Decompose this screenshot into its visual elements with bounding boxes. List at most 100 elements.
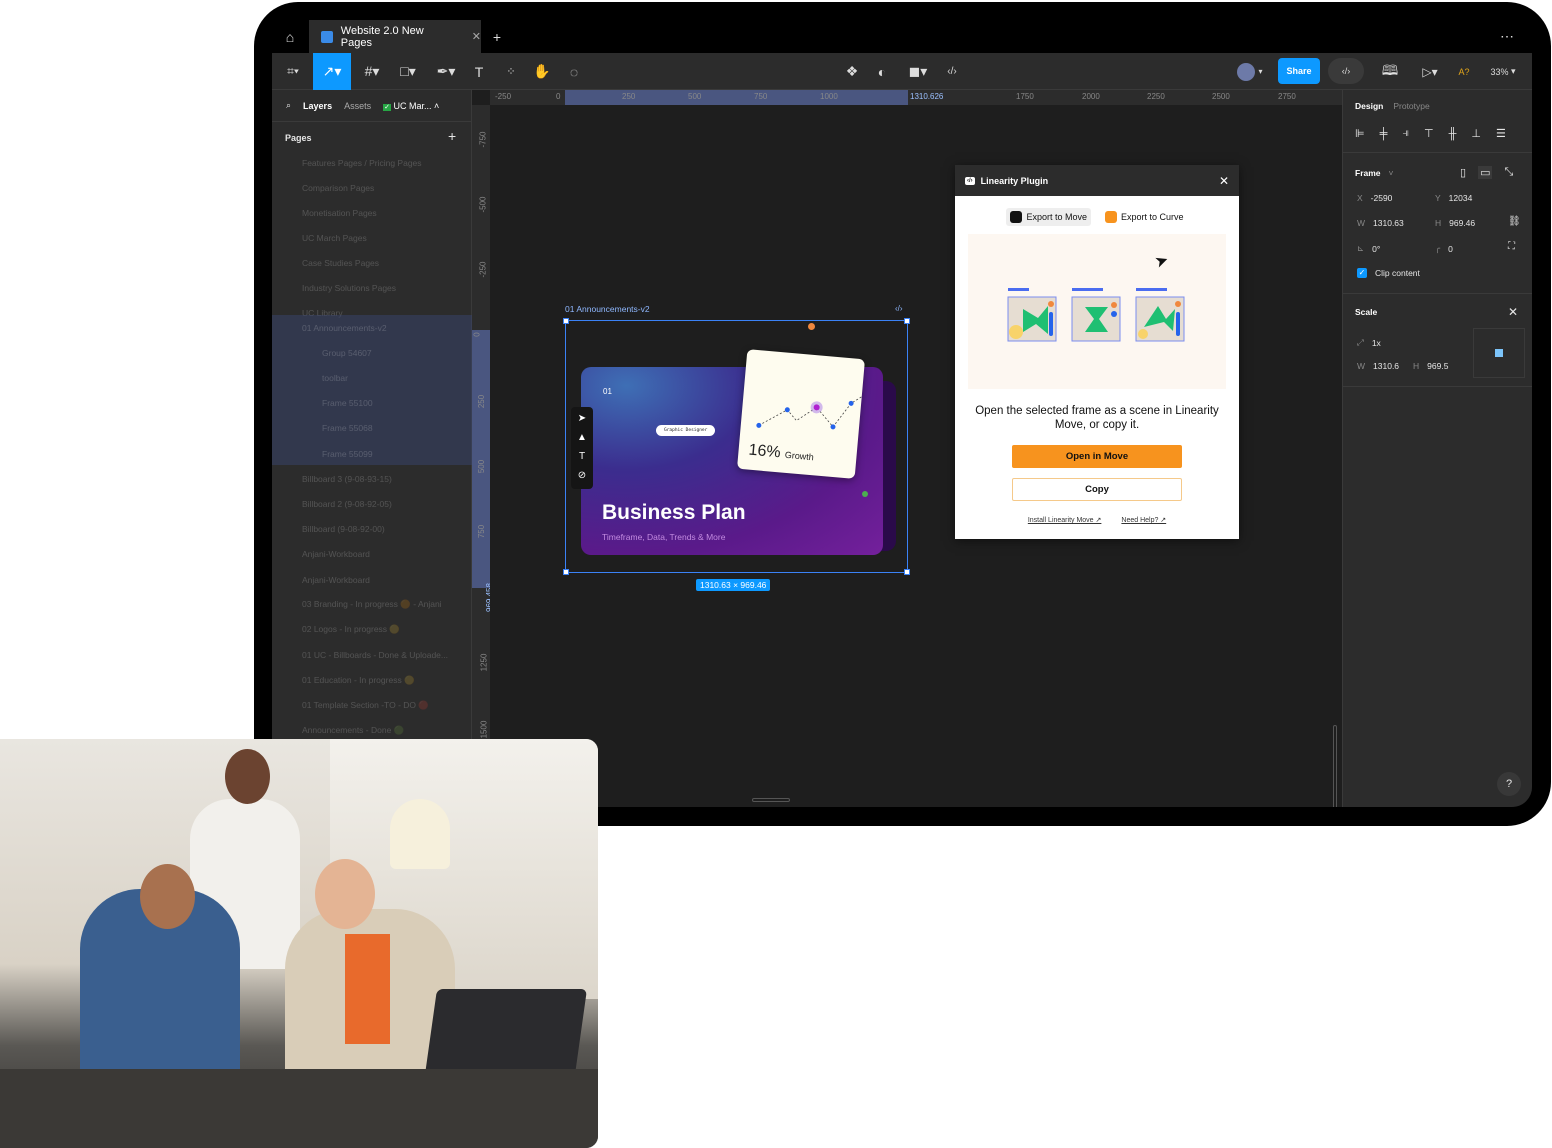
close-tab-icon[interactable]: ✕ [472, 30, 481, 43]
layer-item[interactable]: Group 54607 [272, 340, 472, 365]
scale-height-field[interactable]: 969.5 [1427, 361, 1448, 371]
layer-item[interactable]: 01 Education - In progress 🟡 [272, 668, 472, 693]
new-tab-icon[interactable]: + [487, 20, 507, 53]
share-button[interactable]: Share [1278, 58, 1320, 84]
page-item[interactable]: UC March Pages [272, 225, 472, 250]
move-tool-icon[interactable]: ↗▾ [313, 53, 351, 90]
pointer-icon[interactable]: ➤ [571, 409, 593, 428]
code-icon[interactable]: ‹/› [895, 304, 903, 313]
comment-tool-icon[interactable]: ◌ [564, 53, 584, 90]
scale-field[interactable]: 1x [1372, 338, 1381, 348]
layer-item[interactable]: 01 Announcements-v2 [272, 315, 472, 340]
page-item[interactable]: Features Pages / Pricing Pages [272, 150, 472, 175]
layer-item[interactable]: 01 Template Section -TO - DO 🔴 [272, 693, 472, 718]
search-icon[interactable]: ⌕ [286, 100, 291, 111]
horizontal-scrollbar[interactable] [752, 798, 790, 802]
add-page-icon[interactable]: + [448, 128, 456, 144]
align-right-icon[interactable]: ⫣ [1402, 127, 1409, 140]
page-item[interactable]: Monetisation Pages [272, 200, 472, 225]
x-field[interactable]: -2590 [1371, 193, 1393, 203]
y-field[interactable]: 12034 [1449, 193, 1473, 203]
anchor-grid[interactable] [1473, 328, 1525, 378]
rectangle-tool-icon[interactable]: □▾ [394, 53, 422, 90]
pen-icon[interactable]: ▲ [571, 428, 593, 447]
open-in-move-button[interactable]: Open in Move [1012, 445, 1182, 468]
resize-handle[interactable] [563, 318, 569, 324]
selection-box[interactable]: 01 Graphic Designer Business Plan Timefr… [563, 318, 910, 575]
layer-item[interactable]: 01 UC - Billboards - Done & Uploade... [272, 643, 472, 668]
page-item[interactable]: Industry Solutions Pages [272, 275, 472, 300]
close-scale-icon[interactable]: ✕ [1508, 305, 1518, 319]
height-field[interactable]: 969.46 [1449, 218, 1475, 228]
file-tab[interactable]: Website 2.0 New Pages ✕ [309, 20, 481, 53]
distribute-icon[interactable]: ☰ [1496, 127, 1506, 140]
align-center-h-icon[interactable]: ╪ [1380, 128, 1388, 140]
frame-label[interactable]: 01 Announcements-v2 [565, 304, 650, 314]
tab-export-to-move[interactable]: Export to Move [1006, 208, 1091, 226]
page-select[interactable]: ✓ UC Mar... ˄ [383, 101, 439, 111]
more-icon[interactable]: ⋯ [1497, 20, 1517, 53]
lasso-icon[interactable]: ⊘ [571, 466, 593, 485]
resize-handle[interactable] [904, 318, 910, 324]
clip-content-checkbox[interactable]: ✓ [1357, 268, 1367, 278]
need-help-link[interactable]: Need Help? ↗ [1121, 516, 1166, 524]
mask-icon[interactable]: ◐ [872, 53, 892, 90]
layer-item[interactable]: Billboard 3 (9-08-93-15) [272, 466, 472, 491]
layer-item[interactable]: Anjani-Workboard [272, 567, 472, 592]
boolean-icon[interactable]: ◼▾ [904, 53, 932, 90]
width-field[interactable]: 1310.63 [1373, 218, 1404, 228]
ai-button[interactable]: A? [1455, 53, 1473, 90]
copy-button[interactable]: Copy [1012, 478, 1182, 501]
align-bottom-icon[interactable]: ⊥ [1471, 127, 1481, 140]
tab-layers[interactable]: Layers [303, 101, 332, 111]
tab-export-to-curve[interactable]: Export to Curve [1101, 208, 1188, 226]
close-icon[interactable]: ✕ [1219, 174, 1229, 188]
scale-width-field[interactable]: 1310.6 [1373, 361, 1399, 371]
frame-dropdown[interactable]: Frame [1355, 168, 1381, 178]
constrain-proportions-icon[interactable]: ⛓ [1508, 216, 1521, 227]
layer-item[interactable]: Frame 55100 [272, 391, 472, 416]
resources-icon[interactable]: ⁘ [502, 53, 520, 90]
layer-item[interactable]: 03 Branding - In progress 🟠 - Anjani [272, 592, 472, 617]
home-icon[interactable]: ⌂ [280, 20, 300, 53]
present-icon[interactable]: ▷▾ [1416, 53, 1444, 90]
text-tool-icon[interactable]: T [470, 53, 488, 90]
page-item[interactable]: Case Studies Pages [272, 250, 472, 275]
portrait-icon[interactable]: ▯ [1460, 166, 1466, 179]
resize-handle[interactable] [904, 569, 910, 575]
align-left-icon[interactable]: ⊫ [1355, 127, 1365, 140]
layer-item[interactable]: Anjani-Workboard [272, 542, 472, 567]
resize-handle[interactable] [563, 569, 569, 575]
help-button[interactable]: ? [1497, 772, 1521, 796]
resize-to-fit-icon[interactable]: ⤡ [1504, 166, 1513, 179]
align-top-icon[interactable]: ⊤ [1424, 127, 1434, 140]
install-linearity-move-link[interactable]: Install Linearity Move ↗ [1028, 516, 1102, 524]
independent-corners-icon[interactable]: ⛶ [1508, 241, 1515, 252]
layer-item[interactable]: toolbar [272, 365, 472, 390]
layer-item[interactable]: Billboard 2 (9-08-92-05) [272, 491, 472, 516]
page-item[interactable]: Comparison Pages [272, 175, 472, 200]
tab-assets[interactable]: Assets [344, 101, 371, 111]
text-icon[interactable]: T [571, 447, 593, 466]
radius-field[interactable]: 0 [1448, 244, 1453, 254]
align-center-v-icon[interactable]: ╫ [1449, 128, 1457, 140]
rotation-field[interactable]: 0° [1372, 244, 1380, 254]
dev-mode-toggle[interactable]: ‹/› [1328, 58, 1364, 84]
library-icon[interactable]: 🕮 [1380, 53, 1400, 90]
tab-design[interactable]: Design [1355, 101, 1383, 111]
hand-tool-icon[interactable]: ✋ [532, 53, 552, 90]
dev-mode-icon[interactable]: ‹/› [942, 53, 962, 90]
vertical-scrollbar[interactable] [1333, 725, 1337, 807]
canvas[interactable]: 01 Announcements-v2 ‹/› 01 Graphic Desig… [490, 105, 1342, 807]
layer-item[interactable]: 02 Logos - In progress 🟡 [272, 617, 472, 642]
layer-item[interactable]: Frame 55099 [272, 441, 472, 466]
layer-item[interactable]: Billboard (9-08-92-00) [272, 517, 472, 542]
layer-item[interactable]: Frame 55068 [272, 416, 472, 441]
landscape-icon[interactable]: ▭ [1478, 166, 1493, 179]
pen-tool-icon[interactable]: ✒▾ [432, 53, 460, 90]
zoom-dropdown[interactable]: 33% ▾ [1486, 53, 1520, 90]
main-menu-icon[interactable]: ⌗▾ [280, 53, 306, 90]
tab-prototype[interactable]: Prototype [1393, 101, 1429, 111]
frame-tool-icon[interactable]: #▾ [358, 53, 386, 90]
component-icon[interactable]: ❖ [842, 53, 862, 90]
